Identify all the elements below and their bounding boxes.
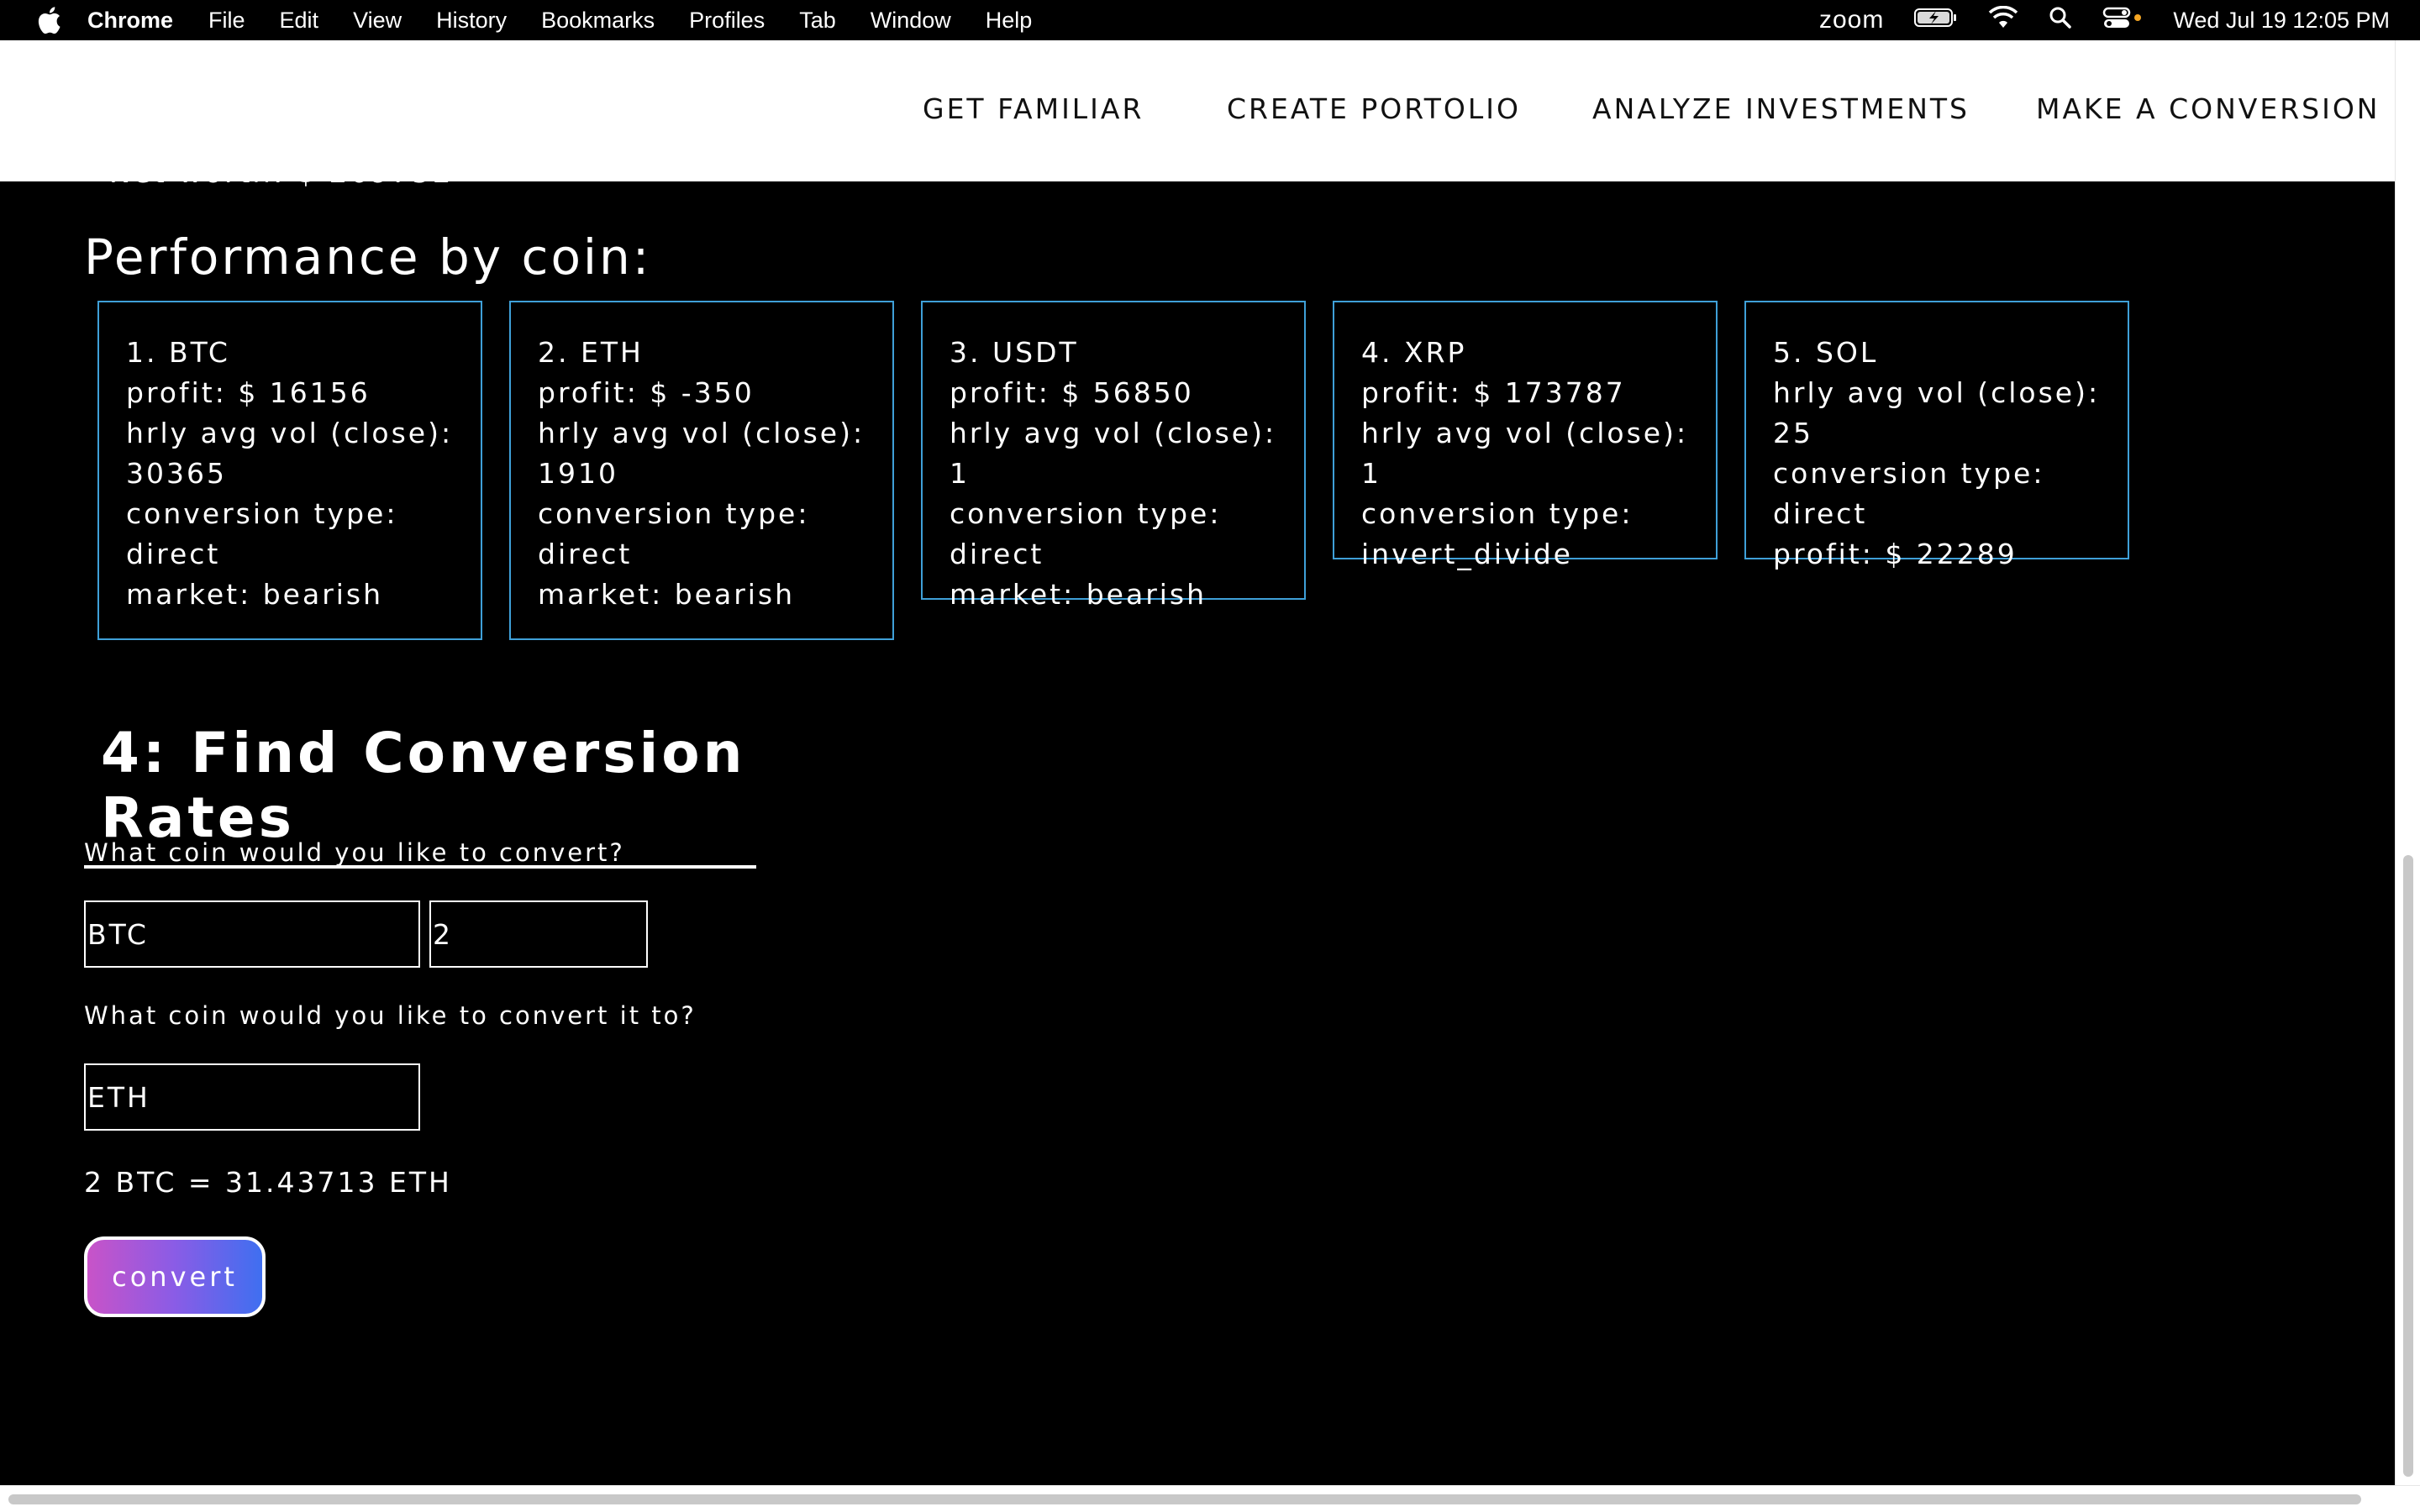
nav-get-familiar[interactable]: GET FAMILIAR (923, 92, 1144, 125)
coin-card-line: profit: $ 22289 (1773, 538, 2018, 570)
coin-card-line: conversion type: (1361, 497, 1634, 530)
coin-card-line: conversion type: (126, 497, 398, 530)
nav-analyze-investments[interactable]: ANALYZE INVESTMENTS (1592, 92, 1970, 125)
menu-help[interactable]: Help (986, 8, 1033, 34)
vertical-scrollbar[interactable] (2395, 40, 2420, 1485)
coin-card-line: market: bearish (126, 578, 384, 611)
amount-input[interactable] (429, 900, 648, 968)
coin-card-line: 30365 (126, 457, 227, 490)
menu-bookmarks[interactable]: Bookmarks (541, 8, 655, 34)
horizontal-scrollbar[interactable] (0, 1485, 2420, 1512)
macos-menu-bar: Chrome File Edit View History Bookmarks … (0, 0, 2420, 40)
control-center-icon[interactable] (2102, 6, 2143, 35)
wifi-icon[interactable] (1988, 5, 2018, 35)
coin-card-line: 2. ETH (538, 336, 644, 369)
menubar-clock[interactable]: Wed Jul 19 12:05 PM (2173, 8, 2390, 34)
performance-heading: Performance by coin: (84, 228, 652, 286)
menu-profiles[interactable]: Profiles (689, 8, 765, 34)
coin-card-line: hrly avg vol (close): 1 (950, 417, 1277, 490)
menu-file[interactable]: File (208, 8, 245, 34)
coin-card-xrp: 4. XRP profit: $ 173787 hrly avg vol (cl… (1333, 301, 1718, 570)
menu-history[interactable]: History (436, 8, 507, 34)
coin-card-line: hrly avg vol (close): 1 (1361, 417, 1689, 490)
coin-card-line: direct (126, 538, 221, 570)
coin-card-line: profit: $ 56850 (950, 376, 1194, 409)
coin-card-line: invert_divide (1361, 538, 1573, 570)
coin-card-line: profit: $ 16156 (126, 376, 371, 409)
coin-card-line: market: bearish (950, 578, 1207, 611)
convert-to-question: What coin would you like to convert it t… (84, 1001, 697, 1030)
coin-card-line: hrly avg vol (close): (126, 417, 454, 449)
nav-create-portfolio[interactable]: CREATE PORTOLIO (1227, 92, 1521, 125)
app-name-chrome[interactable]: Chrome (87, 8, 173, 34)
coin-card-line: direct (538, 538, 633, 570)
menu-window[interactable]: Window (871, 8, 951, 34)
coin-card-line: 5. SOL (1773, 336, 1879, 369)
nav-make-a-conversion[interactable]: MAKE A CONVERSION (2036, 92, 2381, 125)
coin-card-line: 1910 (538, 457, 618, 490)
horizontal-scrollbar-thumb[interactable] (8, 1494, 2361, 1504)
coin-card-usdt: 3. USDT profit: $ 56850 hrly avg vol (cl… (921, 301, 1306, 611)
coin-card-line: conversion type: (538, 497, 810, 530)
coin-card-line: 1. BTC (126, 336, 230, 369)
coin-card-line: profit: $ 173787 (1361, 376, 1626, 409)
convert-from-question: What coin would you like to convert? (84, 838, 625, 867)
zoom-status-item[interactable]: zoom (1819, 6, 1884, 34)
to-coin-input[interactable] (84, 1063, 420, 1131)
coin-card-line: hrly avg vol (close): 25 (1773, 376, 2101, 449)
coin-card-line: direct (1773, 497, 1868, 530)
coin-card-sol: 5. SOL hrly avg vol (close): 25 conversi… (1744, 301, 2129, 570)
site-navbar: GET FAMILIAR CREATE PORTOLIO ANALYZE INV… (0, 40, 2395, 181)
coin-card-line: conversion type: (1773, 457, 2045, 490)
coin-card-btc: 1. BTC profit: $ 16156 hrly avg vol (clo… (97, 301, 482, 640)
vertical-scrollbar-thumb[interactable] (2403, 855, 2413, 1477)
convert-button[interactable]: convert (84, 1236, 266, 1317)
menu-view[interactable]: View (353, 8, 402, 34)
menubar-status-area: zoom Wed Jul 19 12:05 PM (1789, 0, 2390, 40)
spotlight-search-icon[interactable] (2049, 6, 2072, 35)
apple-logo-icon[interactable] (29, 0, 69, 40)
coin-card-line: 4. XRP (1361, 336, 1467, 369)
menu-tab[interactable]: Tab (799, 8, 836, 34)
coin-card-eth: 2. ETH profit: $ -350 hrly avg vol (clos… (509, 301, 894, 640)
coin-card-line: conversion type: (950, 497, 1222, 530)
battery-icon[interactable] (1914, 8, 1958, 34)
from-coin-input[interactable] (84, 900, 420, 968)
page-content: Net worth: $ 269752 Performance by coin:… (0, 40, 2395, 1485)
menu-edit[interactable]: Edit (280, 8, 319, 34)
conversion-result: 2 BTC = 31.43713 ETH (84, 1166, 452, 1199)
coin-card-line: market: bearish (538, 578, 796, 611)
coin-card-line: 3. USDT (950, 336, 1079, 369)
coin-card-line: hrly avg vol (close): (538, 417, 865, 449)
coin-card-line: direct (950, 538, 1044, 570)
coin-card-line: profit: $ -350 (538, 376, 755, 409)
